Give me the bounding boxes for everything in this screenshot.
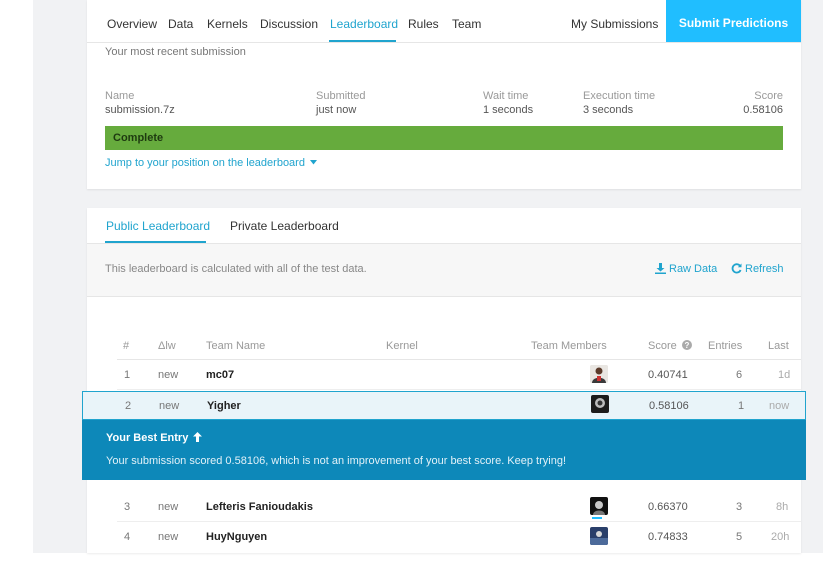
- jump-to-position-link[interactable]: Jump to your position on the leaderboard: [105, 157, 318, 169]
- row-delta: new: [158, 369, 179, 381]
- user-avatar-icon: [590, 497, 608, 515]
- recent-submission-title: Your most recent submission: [105, 46, 246, 58]
- row-rank: 1: [124, 369, 131, 381]
- row-rank: 2: [125, 400, 132, 412]
- submission-time: just now: [316, 104, 357, 116]
- row-team-name[interactable]: Lefteris Fanioudakis: [206, 501, 313, 513]
- competition-nav: Overview Data Kernels Discussion Leaderb…: [87, 0, 801, 43]
- row-entries: 6: [736, 369, 743, 381]
- row-delta: new: [158, 531, 179, 543]
- row-score: 0.66370: [648, 501, 688, 513]
- active-tab-indicator: [329, 40, 396, 42]
- row-delta: new: [159, 400, 180, 412]
- column-score: Score ?: [648, 340, 692, 352]
- header-execution-time: Execution time: [583, 90, 656, 102]
- leaderboard-row[interactable]: 1 new mc07 0.40741 6 1d: [87, 361, 801, 390]
- member-avatar[interactable]: [591, 395, 609, 413]
- refresh-icon: [731, 263, 742, 274]
- header-wait-time: Wait time: [483, 90, 529, 102]
- row-last: 20h: [771, 531, 790, 543]
- best-entry-banner: Your Best Entry Your submission scored 0…: [82, 420, 806, 480]
- user-avatar-icon: [590, 527, 608, 545]
- submission-score: 0.58106: [743, 104, 783, 116]
- row-score: 0.58106: [649, 400, 689, 412]
- leaderboard-note: This leaderboard is calculated with all …: [105, 263, 367, 275]
- row-delta: new: [158, 501, 179, 513]
- row-score: 0.74833: [648, 531, 688, 543]
- member-avatar[interactable]: [590, 527, 608, 545]
- best-entry-label: Your Best Entry: [106, 432, 189, 444]
- leaderboard-row[interactable]: 4 new HuyNguyen 0.74833 5 20h: [87, 523, 801, 552]
- row-score: 0.40741: [648, 369, 688, 381]
- row-last: 1d: [778, 369, 791, 381]
- header-name: Name: [105, 90, 135, 102]
- best-entry-title: Your Best Entry: [106, 432, 203, 444]
- member-badge: [592, 517, 602, 519]
- row-team-name[interactable]: Yigher: [207, 400, 241, 412]
- my-submissions-link[interactable]: My Submissions: [571, 17, 658, 31]
- arrow-up-icon: [193, 432, 203, 442]
- tab-private-leaderboard[interactable]: Private Leaderboard: [230, 219, 339, 233]
- refresh-label: Refresh: [745, 263, 784, 275]
- status-bar: Complete: [105, 126, 783, 150]
- row-divider: [117, 389, 801, 390]
- status-text: Complete: [113, 132, 164, 144]
- row-rank: 3: [124, 501, 131, 513]
- tab-rules[interactable]: Rules: [408, 17, 439, 31]
- row-entries: 5: [736, 531, 743, 543]
- header-divider: [117, 359, 801, 360]
- column-kernel: Kernel: [386, 340, 418, 352]
- row-rank: 4: [124, 531, 131, 543]
- submission-execution: 3 seconds: [583, 104, 634, 116]
- column-last: Last: [768, 340, 789, 352]
- tab-discussion[interactable]: Discussion: [260, 17, 318, 31]
- tab-public-leaderboard[interactable]: Public Leaderboard: [106, 219, 210, 233]
- row-entries: 1: [738, 400, 745, 412]
- raw-data-label: Raw Data: [669, 263, 718, 275]
- caret-down-icon: [310, 160, 318, 165]
- leaderboard-row-own[interactable]: 2 new Yigher 0.58106 1 now: [82, 391, 806, 420]
- row-entries: 3: [736, 501, 743, 513]
- leaderboard-info-bar: This leaderboard is calculated with all …: [87, 244, 801, 297]
- column-team-members: Team Members: [531, 340, 607, 352]
- user-avatar-icon: [591, 395, 609, 413]
- header-score: Score: [754, 90, 783, 102]
- jump-link-label: Jump to your position on the leaderboard: [105, 157, 305, 169]
- column-entries: Entries: [708, 340, 743, 352]
- submission-card: Overview Data Kernels Discussion Leaderb…: [87, 0, 801, 189]
- row-team-name[interactable]: mc07: [206, 369, 234, 381]
- help-icon[interactable]: ?: [681, 340, 692, 350]
- download-icon: [655, 263, 666, 274]
- column-rank: #: [123, 340, 130, 352]
- raw-data-button[interactable]: Raw Data: [655, 263, 717, 275]
- svg-text:?: ?: [684, 341, 689, 350]
- row-last: 8h: [776, 501, 789, 513]
- tab-data[interactable]: Data: [168, 17, 193, 31]
- column-team-name: Team Name: [206, 340, 266, 352]
- member-avatar[interactable]: [590, 497, 608, 515]
- refresh-button[interactable]: Refresh: [731, 263, 784, 275]
- tab-team[interactable]: Team: [452, 17, 481, 31]
- column-score-label: Score: [648, 340, 677, 352]
- member-avatar[interactable]: [590, 365, 608, 383]
- best-entry-message: Your submission scored 0.58106, which is…: [106, 455, 567, 467]
- active-leaderboard-tab-indicator: [105, 241, 206, 243]
- submit-predictions-button[interactable]: Submit Predictions: [666, 0, 801, 42]
- tab-leaderboard[interactable]: Leaderboard: [330, 17, 398, 31]
- row-team-name[interactable]: HuyNguyen: [206, 531, 267, 543]
- submission-wait: 1 seconds: [483, 104, 534, 116]
- leaderboard-row[interactable]: 3 new Lefteris Fanioudakis 0.66370 3 8h: [87, 493, 801, 522]
- row-last: now: [769, 400, 790, 412]
- submission-name: submission.7z: [105, 104, 175, 116]
- tab-kernels[interactable]: Kernels: [207, 17, 248, 31]
- tab-overview[interactable]: Overview: [107, 17, 157, 31]
- row-divider: [117, 521, 801, 522]
- user-avatar-icon: [590, 365, 608, 383]
- header-submitted: Submitted: [316, 90, 366, 102]
- column-delta: Δlw: [158, 340, 176, 352]
- leaderboard-tabs: Public Leaderboard Private Leaderboard: [87, 208, 801, 244]
